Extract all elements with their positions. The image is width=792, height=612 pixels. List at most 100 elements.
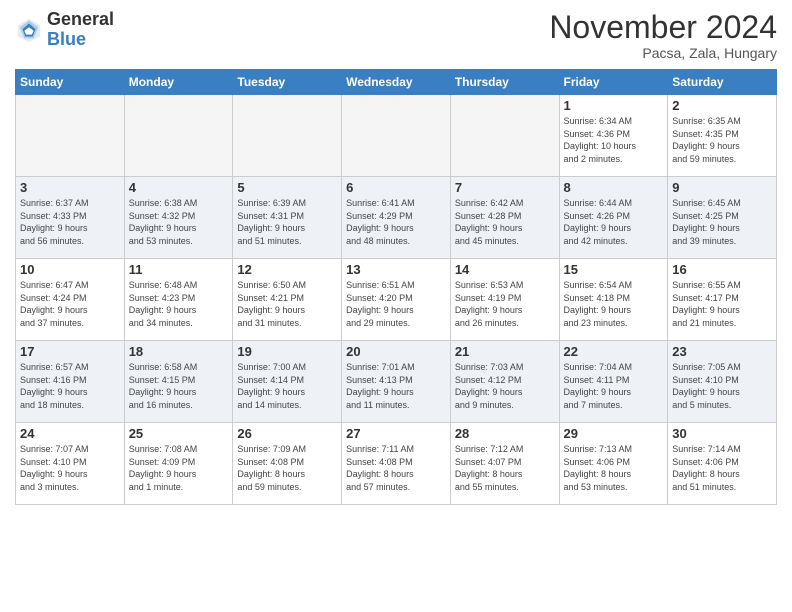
calendar-header: Sunday Monday Tuesday Wednesday Thursday… <box>16 70 777 95</box>
calendar-cell: 4 Sunrise: 6:38 AM Sunset: 4:32 PM Daylig… <box>124 177 233 259</box>
day-info: Sunrise: 6:57 AM Sunset: 4:16 PM Dayligh… <box>20 361 120 411</box>
day-number: 25 <box>129 426 229 441</box>
logo-general: General <box>47 10 114 30</box>
day-info: Sunrise: 7:05 AM Sunset: 4:10 PM Dayligh… <box>672 361 772 411</box>
calendar-week-5: 24 Sunrise: 7:07 AM Sunset: 4:10 PM Dayli… <box>16 423 777 505</box>
header: General Blue November 2024 Pacsa, Zala, … <box>15 10 777 61</box>
page-container: General Blue November 2024 Pacsa, Zala, … <box>0 0 792 510</box>
calendar-cell: 29 Sunrise: 7:13 AM Sunset: 4:06 PM Dayli… <box>559 423 668 505</box>
day-info: Sunrise: 7:12 AM Sunset: 4:07 PM Dayligh… <box>455 443 555 493</box>
day-info: Sunrise: 7:08 AM Sunset: 4:09 PM Dayligh… <box>129 443 229 493</box>
calendar-cell: 18 Sunrise: 6:58 AM Sunset: 4:15 PM Dayli… <box>124 341 233 423</box>
calendar-cell: 6 Sunrise: 6:41 AM Sunset: 4:29 PM Daylig… <box>342 177 451 259</box>
day-info: Sunrise: 7:07 AM Sunset: 4:10 PM Dayligh… <box>20 443 120 493</box>
day-info: Sunrise: 6:41 AM Sunset: 4:29 PM Dayligh… <box>346 197 446 247</box>
day-number: 28 <box>455 426 555 441</box>
day-number: 17 <box>20 344 120 359</box>
calendar-cell: 11Sunrise: 6:48 AM Sunset: 4:23 PM Dayli… <box>124 259 233 341</box>
calendar-cell: 16 Sunrise: 6:55 AM Sunset: 4:17 PM Dayli… <box>668 259 777 341</box>
day-info: Sunrise: 7:14 AM Sunset: 4:06 PM Dayligh… <box>672 443 772 493</box>
calendar-cell: 19 Sunrise: 7:00 AM Sunset: 4:14 PM Dayli… <box>233 341 342 423</box>
day-number: 15 <box>564 262 664 277</box>
calendar-week-2: 3 Sunrise: 6:37 AM Sunset: 4:33 PM Daylig… <box>16 177 777 259</box>
day-number: 7 <box>455 180 555 195</box>
day-number: 16 <box>672 262 772 277</box>
day-info: Sunrise: 6:37 AM Sunset: 4:33 PM Dayligh… <box>20 197 120 247</box>
day-info: Sunrise: 6:42 AM Sunset: 4:28 PM Dayligh… <box>455 197 555 247</box>
col-tuesday: Tuesday <box>233 70 342 95</box>
day-info: Sunrise: 6:39 AM Sunset: 4:31 PM Dayligh… <box>237 197 337 247</box>
calendar-body: 1Sunrise: 6:34 AM Sunset: 4:36 PM Daylig… <box>16 95 777 505</box>
logo: General Blue <box>15 10 114 50</box>
day-number: 9 <box>672 180 772 195</box>
calendar-cell: 7 Sunrise: 6:42 AM Sunset: 4:28 PM Daylig… <box>450 177 559 259</box>
day-number: 5 <box>237 180 337 195</box>
day-info: Sunrise: 7:01 AM Sunset: 4:13 PM Dayligh… <box>346 361 446 411</box>
calendar-cell <box>342 95 451 177</box>
calendar-cell: 21Sunrise: 7:03 AM Sunset: 4:12 PM Dayli… <box>450 341 559 423</box>
month-title: November 2024 <box>549 10 777 45</box>
day-info: Sunrise: 6:51 AM Sunset: 4:20 PM Dayligh… <box>346 279 446 329</box>
day-info: Sunrise: 6:38 AM Sunset: 4:32 PM Dayligh… <box>129 197 229 247</box>
calendar-cell: 27 Sunrise: 7:11 AM Sunset: 4:08 PM Dayli… <box>342 423 451 505</box>
day-number: 29 <box>564 426 664 441</box>
day-number: 18 <box>129 344 229 359</box>
calendar-cell: 20Sunrise: 7:01 AM Sunset: 4:13 PM Dayli… <box>342 341 451 423</box>
calendar-cell <box>124 95 233 177</box>
day-number: 14 <box>455 262 555 277</box>
day-number: 23 <box>672 344 772 359</box>
col-saturday: Saturday <box>668 70 777 95</box>
day-info: Sunrise: 6:58 AM Sunset: 4:15 PM Dayligh… <box>129 361 229 411</box>
day-info: Sunrise: 7:00 AM Sunset: 4:14 PM Dayligh… <box>237 361 337 411</box>
day-info: Sunrise: 6:45 AM Sunset: 4:25 PM Dayligh… <box>672 197 772 247</box>
calendar-cell <box>16 95 125 177</box>
calendar-cell: 9 Sunrise: 6:45 AM Sunset: 4:25 PM Daylig… <box>668 177 777 259</box>
calendar-cell: 2Sunrise: 6:35 AM Sunset: 4:35 PM Daylig… <box>668 95 777 177</box>
day-info: Sunrise: 7:13 AM Sunset: 4:06 PM Dayligh… <box>564 443 664 493</box>
day-number: 13 <box>346 262 446 277</box>
calendar-cell: 14Sunrise: 6:53 AM Sunset: 4:19 PM Dayli… <box>450 259 559 341</box>
header-row: Sunday Monday Tuesday Wednesday Thursday… <box>16 70 777 95</box>
calendar-cell: 28 Sunrise: 7:12 AM Sunset: 4:07 PM Dayli… <box>450 423 559 505</box>
calendar-cell: 8Sunrise: 6:44 AM Sunset: 4:26 PM Daylig… <box>559 177 668 259</box>
logo-icon <box>15 16 43 44</box>
location: Pacsa, Zala, Hungary <box>549 45 777 61</box>
calendar-cell: 25 Sunrise: 7:08 AM Sunset: 4:09 PM Dayli… <box>124 423 233 505</box>
calendar-cell: 12 Sunrise: 6:50 AM Sunset: 4:21 PM Dayli… <box>233 259 342 341</box>
day-number: 4 <box>129 180 229 195</box>
day-number: 12 <box>237 262 337 277</box>
calendar-cell: 26 Sunrise: 7:09 AM Sunset: 4:08 PM Dayli… <box>233 423 342 505</box>
col-wednesday: Wednesday <box>342 70 451 95</box>
col-friday: Friday <box>559 70 668 95</box>
calendar-cell: 10 Sunrise: 6:47 AM Sunset: 4:24 PM Dayli… <box>16 259 125 341</box>
calendar-cell: 22 Sunrise: 7:04 AM Sunset: 4:11 PM Dayli… <box>559 341 668 423</box>
day-info: Sunrise: 6:50 AM Sunset: 4:21 PM Dayligh… <box>237 279 337 329</box>
day-info: Sunrise: 7:09 AM Sunset: 4:08 PM Dayligh… <box>237 443 337 493</box>
calendar-cell: 23 Sunrise: 7:05 AM Sunset: 4:10 PM Dayli… <box>668 341 777 423</box>
day-number: 22 <box>564 344 664 359</box>
day-number: 19 <box>237 344 337 359</box>
day-number: 24 <box>20 426 120 441</box>
day-info: Sunrise: 7:11 AM Sunset: 4:08 PM Dayligh… <box>346 443 446 493</box>
calendar-week-4: 17 Sunrise: 6:57 AM Sunset: 4:16 PM Dayli… <box>16 341 777 423</box>
day-number: 21 <box>455 344 555 359</box>
calendar-table: Sunday Monday Tuesday Wednesday Thursday… <box>15 69 777 505</box>
day-info: Sunrise: 6:47 AM Sunset: 4:24 PM Dayligh… <box>20 279 120 329</box>
calendar-cell: 13 Sunrise: 6:51 AM Sunset: 4:20 PM Dayli… <box>342 259 451 341</box>
title-section: November 2024 Pacsa, Zala, Hungary <box>549 10 777 61</box>
day-info: Sunrise: 7:04 AM Sunset: 4:11 PM Dayligh… <box>564 361 664 411</box>
day-number: 27 <box>346 426 446 441</box>
day-number: 10 <box>20 262 120 277</box>
day-number: 6 <box>346 180 446 195</box>
logo-blue: Blue <box>47 30 114 50</box>
day-info: Sunrise: 6:55 AM Sunset: 4:17 PM Dayligh… <box>672 279 772 329</box>
logo-text: General Blue <box>47 10 114 50</box>
day-number: 3 <box>20 180 120 195</box>
col-monday: Monday <box>124 70 233 95</box>
day-number: 26 <box>237 426 337 441</box>
calendar-cell: 3 Sunrise: 6:37 AM Sunset: 4:33 PM Daylig… <box>16 177 125 259</box>
calendar-cell: 15 Sunrise: 6:54 AM Sunset: 4:18 PM Dayli… <box>559 259 668 341</box>
col-thursday: Thursday <box>450 70 559 95</box>
day-number: 30 <box>672 426 772 441</box>
day-info: Sunrise: 6:54 AM Sunset: 4:18 PM Dayligh… <box>564 279 664 329</box>
